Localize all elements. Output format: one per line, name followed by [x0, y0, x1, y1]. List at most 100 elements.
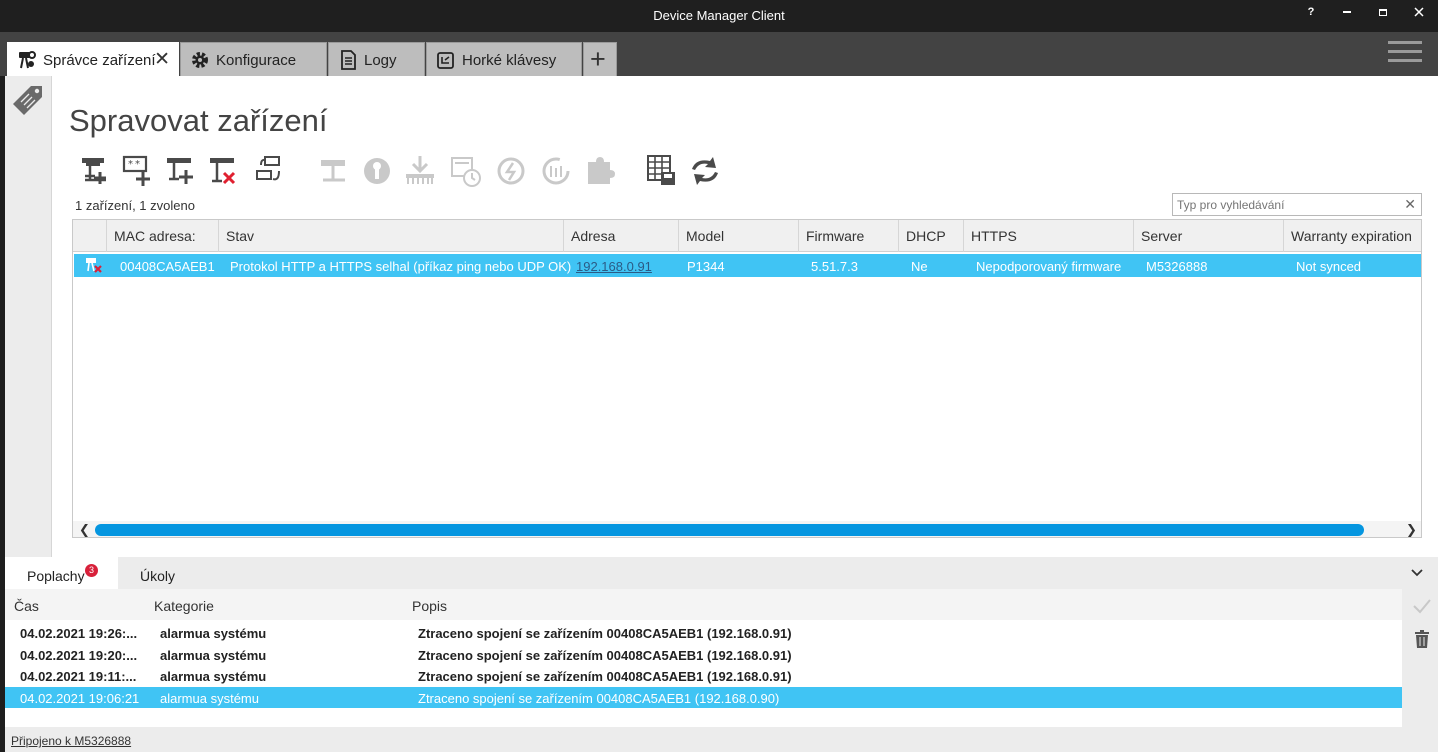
svg-text:* *: * *	[128, 159, 140, 170]
cell-https: Nepodporovaný firmware	[976, 259, 1122, 274]
add-device-manually-icon[interactable]: * *	[119, 152, 157, 190]
device-manager-window: Device Manager Client ? Správce zařízení…	[0, 0, 1438, 752]
plus-icon: +	[590, 44, 606, 74]
column-header-dhcp[interactable]: DHCP	[898, 220, 963, 252]
trash-icon[interactable]	[1411, 628, 1433, 650]
window-title: Device Manager Client	[653, 8, 785, 23]
acknowledge-check-icon[interactable]	[1411, 595, 1433, 617]
help-button[interactable]: ?	[1293, 3, 1329, 21]
alarm-category: alarmua systému	[160, 669, 267, 684]
tab-hotkeys[interactable]: Horké klávesy	[426, 42, 582, 76]
main-panel: Spravovat zařízení * * 1 zařízení, 1 zvo…	[52, 76, 1438, 557]
column-header-status[interactable]: Stav	[218, 220, 563, 252]
bottom-panel: Poplachy 3 Úkoly Čas Kategorie Popis 04.…	[5, 557, 1438, 752]
column-header-description[interactable]: Popis	[412, 598, 447, 614]
install-plugin-icon[interactable]	[580, 152, 618, 190]
tab-alarms[interactable]: Poplachy 3	[5, 557, 118, 589]
column-header-warranty[interactable]: Warranty expiration	[1283, 220, 1421, 252]
alarm-description: Ztraceno spojení se zařízením 00408CA5AE…	[418, 669, 792, 684]
gear-icon	[192, 52, 208, 68]
scroll-right-icon[interactable]: ❯	[1406, 522, 1417, 537]
close-window-button[interactable]	[1401, 3, 1437, 21]
device-count: 1 zařízení, 1 zvoleno	[75, 198, 195, 213]
add-device-icon[interactable]	[76, 152, 114, 190]
icon-column-header[interactable]	[73, 220, 106, 252]
horizontal-scrollbar[interactable]: ❮ ❯	[73, 521, 1421, 537]
tab-label: Poplachy	[27, 568, 85, 584]
restore-defaults-icon[interactable]	[537, 152, 575, 190]
tab-close-icon[interactable]: ✕	[154, 48, 170, 71]
alarm-category: alarmua systému	[160, 626, 267, 641]
cell-dhcp: Ne	[911, 259, 928, 274]
cell-warranty: Not synced	[1296, 259, 1362, 274]
cell-status: Protokol HTTP a HTTPS selhal (příkaz pin…	[230, 259, 572, 274]
cell-model: P1344	[687, 259, 725, 274]
column-header-address[interactable]: Adresa	[563, 220, 678, 252]
remove-device-icon[interactable]	[205, 152, 243, 190]
scrollbar-thumb[interactable]	[95, 524, 1364, 536]
column-header-time[interactable]: Čas	[14, 598, 39, 614]
device-table[interactable]: MAC adresa: Stav Adresa Model Firmware D…	[72, 219, 1422, 538]
minimize-icon	[1343, 11, 1351, 14]
table-row[interactable]: 00408CA5AEB1 Protokol HTTP a HTTPS selha…	[74, 254, 1421, 277]
tab-label: Konfigurace	[216, 52, 297, 69]
close-icon	[1414, 7, 1424, 17]
tab-tasks[interactable]: Úkoly	[118, 557, 218, 589]
alarm-time: 04.02.2021 19:20:...	[20, 647, 138, 663]
title-bar: Device Manager Client ?	[0, 0, 1438, 32]
alarm-row[interactable]: 04.02.2021 19:06:21 alarmua systému Ztrace…	[5, 686, 1402, 708]
alarm-category: alarmua systému	[160, 690, 259, 706]
add-device-network-icon[interactable]	[162, 152, 200, 190]
column-header-firmware[interactable]: Firmware	[798, 220, 898, 252]
upgrade-firmware-icon[interactable]	[401, 152, 439, 190]
keyboard-icon	[437, 52, 454, 69]
search-box[interactable]: ✕	[1172, 193, 1422, 216]
page-title: Spravovat zařízení	[69, 103, 328, 138]
refresh-icon[interactable]	[686, 152, 724, 190]
assign-ip-icon[interactable]	[251, 152, 289, 190]
column-header-category[interactable]: Kategorie	[154, 598, 214, 614]
cell-server: M5326888	[1146, 259, 1208, 274]
hamburger-menu-icon[interactable]	[1388, 41, 1422, 65]
tab-label: Horké klávesy	[462, 52, 557, 69]
tag-icon[interactable]	[11, 82, 45, 122]
alarm-row[interactable]: 04.02.2021 19:20:... alarmua systému Ztrac…	[5, 644, 1402, 665]
column-header-https[interactable]: HTTPS	[963, 220, 1133, 252]
tab-logs[interactable]: Logy	[328, 42, 425, 76]
alarm-time: 04.02.2021 19:26:...	[20, 626, 138, 641]
column-header-mac[interactable]: MAC adresa:	[106, 220, 218, 252]
date-time-icon[interactable]	[447, 152, 485, 190]
device-error-icon	[86, 258, 102, 273]
alarm-description: Ztraceno spojení se zařízením 00408CA5AE…	[418, 626, 792, 641]
search-input[interactable]	[1177, 196, 1402, 213]
set-password-icon[interactable]	[358, 152, 396, 190]
alarm-time: 04.02.2021 19:06:21	[20, 690, 140, 706]
alarm-table[interactable]: Čas Kategorie Popis 04.02.2021 19:26:...…	[5, 589, 1402, 727]
collapse-panel-icon[interactable]	[1411, 564, 1423, 581]
configure-device-icon[interactable]	[315, 152, 353, 190]
alarm-row[interactable]: 04.02.2021 19:26:... alarmua systému Ztrac…	[5, 622, 1402, 643]
alarm-row[interactable]: 04.02.2021 19:11:... alarmua systému Ztrac…	[5, 665, 1402, 686]
left-sidebar	[0, 76, 52, 557]
restart-icon[interactable]	[492, 152, 530, 190]
maximize-button[interactable]	[1365, 3, 1401, 21]
column-header-model[interactable]: Model	[678, 220, 798, 252]
scroll-left-icon[interactable]: ❮	[79, 522, 90, 537]
alarm-time: 04.02.2021 19:11:...	[20, 669, 137, 684]
export-table-icon[interactable]	[643, 152, 681, 190]
minimize-button[interactable]	[1329, 3, 1365, 21]
cell-address-link[interactable]: 192.168.0.91	[576, 259, 652, 274]
tab-label: Logy	[364, 52, 397, 69]
tab-configuration[interactable]: Konfigurace	[180, 42, 327, 76]
tab-label: Úkoly	[140, 568, 176, 584]
column-header-server[interactable]: Server	[1133, 220, 1283, 252]
cell-mac: 00408CA5AEB1	[120, 259, 215, 274]
alarm-table-header: Čas Kategorie Popis	[5, 589, 1402, 620]
cell-firmware: 5.51.7.3	[811, 259, 858, 274]
alarm-category: alarmua systému	[160, 647, 267, 663]
add-tab-button[interactable]: +	[583, 42, 617, 76]
log-document-icon	[341, 50, 356, 70]
connection-status-link[interactable]: Připojeno k M5326888	[11, 734, 131, 748]
tab-device-manager[interactable]: Správce zařízení ✕	[7, 42, 179, 76]
clear-search-icon[interactable]: ✕	[1404, 196, 1416, 213]
